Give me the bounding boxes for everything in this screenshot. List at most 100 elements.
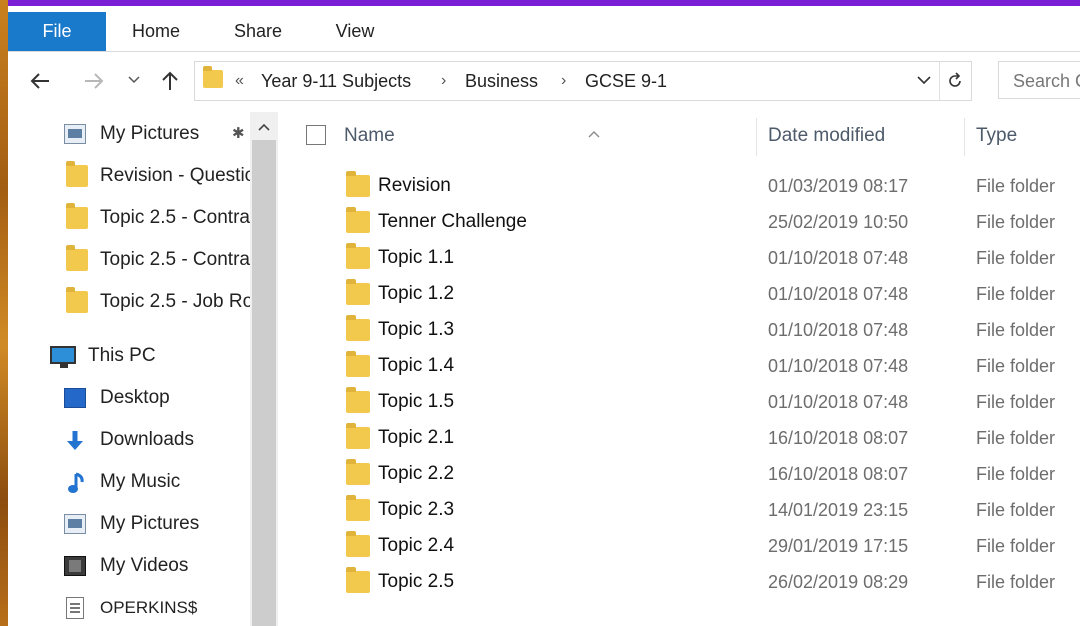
tab-share[interactable]: Share [220, 12, 296, 51]
address-history-dropdown[interactable] [917, 62, 931, 100]
refresh-button[interactable] [939, 62, 970, 100]
nav-item-label: Revision - Questions [100, 165, 250, 186]
file-row[interactable]: Topic 2.3 14/01/2019 23:15 File folder [278, 492, 1080, 528]
file-date: 25/02/2019 10:50 [768, 212, 909, 232]
folder-icon [346, 315, 370, 341]
address-bar[interactable]: « Year 9-11 Subjects › Business › GCSE 9… [194, 61, 972, 101]
nav-item-label: My Pictures [100, 123, 200, 144]
scrollbar-thumb[interactable] [252, 140, 276, 626]
file-date: 01/10/2018 07:48 [768, 392, 909, 412]
tab-home[interactable]: Home [118, 12, 194, 51]
scroll-up-button[interactable] [250, 112, 278, 140]
file-name: Topic 1.5 [378, 391, 455, 412]
recent-locations-button[interactable] [120, 66, 148, 96]
breadcrumb-year-9-11-subjects[interactable]: Year 9-11 Subjects [261, 62, 411, 100]
back-arrow-icon [30, 73, 49, 89]
file-date: 01/03/2019 08:17 [768, 176, 909, 196]
file-type: File folder [976, 212, 1056, 232]
nav-item-label: Topic 2.5 - Job Roles [100, 291, 250, 312]
file-type: File folder [976, 284, 1056, 304]
pictures-icon [64, 124, 86, 144]
column-divider[interactable] [964, 118, 965, 156]
file-row[interactable]: Topic 1.3 01/10/2018 07:48 File folder [278, 312, 1080, 348]
file-date: 01/10/2018 07:48 [768, 248, 909, 268]
nav-item-label: This PC [88, 345, 156, 366]
up-button[interactable] [156, 66, 184, 96]
file-type: File folder [976, 356, 1056, 376]
forward-button[interactable] [80, 66, 108, 96]
file-explorer-window: File Home Share View « Year 9-11 Subject… [8, 0, 1080, 626]
file-date: 14/01/2019 23:15 [768, 500, 909, 520]
breadcrumb-separator[interactable]: › [561, 62, 566, 100]
breadcrumb-gcse-9-1[interactable]: GCSE 9-1 [585, 62, 667, 100]
column-header-name[interactable]: Name [344, 112, 756, 160]
nav-item-label: Desktop [100, 387, 170, 408]
file-type: File folder [976, 500, 1056, 520]
file-row[interactable]: Topic 2.2 16/10/2018 08:07 File folder [278, 456, 1080, 492]
chevron-up-icon [258, 123, 270, 131]
file-row[interactable]: Tenner Challenge 25/02/2019 10:50 File f… [278, 204, 1080, 240]
navigation-pane: My Pictures ✱ Revision - Questions Topic… [8, 112, 278, 626]
file-name: Topic 2.1 [378, 427, 455, 448]
up-arrow-icon [162, 71, 178, 90]
folder-icon [346, 243, 370, 269]
column-header-date-modified[interactable]: Date modified [768, 112, 964, 160]
file-date: 26/02/2019 08:29 [768, 572, 909, 592]
file-row[interactable]: Topic 2.4 29/01/2019 17:15 File folder [278, 528, 1080, 564]
search-box[interactable] [998, 61, 1080, 100]
refresh-icon [949, 72, 961, 87]
file-row[interactable]: Topic 2.1 16/10/2018 08:07 File folder [278, 420, 1080, 456]
file-row[interactable]: Revision 01/03/2019 08:17 File folder [278, 168, 1080, 204]
file-date: 01/10/2018 07:48 [768, 356, 909, 376]
music-icon [68, 472, 84, 493]
file-row[interactable]: Topic 1.5 01/10/2018 07:48 File folder [278, 384, 1080, 420]
breadcrumb-separator[interactable]: › [441, 62, 446, 100]
file-date: 01/10/2018 07:48 [768, 320, 909, 340]
nav-item-quick-my-pictures[interactable]: My Pictures ✱ [8, 114, 250, 154]
file-row[interactable]: Topic 1.2 01/10/2018 07:48 File folder [278, 276, 1080, 312]
nav-item-label: OPERKINS$ [100, 598, 198, 617]
folder-icon [346, 567, 370, 593]
navigation-pane-scrollbar[interactable] [250, 112, 278, 626]
folder-icon [346, 207, 370, 233]
file-type: File folder [976, 392, 1056, 412]
column-header-label: Name [344, 125, 395, 146]
folder-icon [66, 287, 88, 313]
file-name: Topic 1.1 [378, 247, 455, 268]
file-type: File folder [976, 428, 1056, 448]
file-date: 29/01/2019 17:15 [768, 536, 909, 556]
folder-icon [346, 279, 370, 305]
file-row[interactable]: Topic 1.4 01/10/2018 07:48 File folder [278, 348, 1080, 384]
nav-item-label: Topic 2.5 - Contracts [100, 207, 250, 228]
file-type: File folder [976, 536, 1056, 556]
file-name: Topic 1.4 [378, 355, 455, 376]
back-button[interactable] [26, 66, 54, 96]
file-row[interactable]: Topic 1.1 01/10/2018 07:48 File folder [278, 240, 1080, 276]
file-type: File folder [976, 320, 1056, 340]
forward-arrow-icon [85, 73, 104, 89]
tab-view[interactable]: View [320, 12, 390, 51]
search-input[interactable] [999, 62, 1080, 100]
breadcrumb-business[interactable]: Business [465, 62, 538, 100]
network-drive-icon [66, 597, 84, 619]
folder-icon [66, 161, 88, 187]
folder-icon [346, 459, 370, 485]
tab-file[interactable]: File [8, 12, 106, 51]
select-all-checkbox[interactable] [306, 125, 326, 145]
sort-ascending-icon [588, 110, 600, 158]
file-name: Revision [378, 175, 451, 196]
column-divider[interactable] [756, 118, 757, 156]
breadcrumb-overflow[interactable]: « [235, 62, 244, 100]
folder-icon [346, 531, 370, 557]
column-header-type[interactable]: Type [976, 112, 1080, 160]
desktop-icon [64, 388, 86, 408]
ribbon-tabs: File Home Share View [8, 6, 1080, 52]
folder-icon [66, 245, 88, 271]
file-name: Topic 2.4 [378, 535, 455, 556]
file-type: File folder [976, 176, 1056, 196]
nav-item-label: My Videos [100, 555, 189, 576]
file-list: Name Date modified Type Revision 01/03/2… [278, 112, 1080, 626]
pin-icon[interactable]: ✱ [232, 114, 245, 154]
file-row[interactable]: Topic 2.5 26/02/2019 08:29 File folder [278, 564, 1080, 600]
folder-icon [66, 203, 88, 229]
